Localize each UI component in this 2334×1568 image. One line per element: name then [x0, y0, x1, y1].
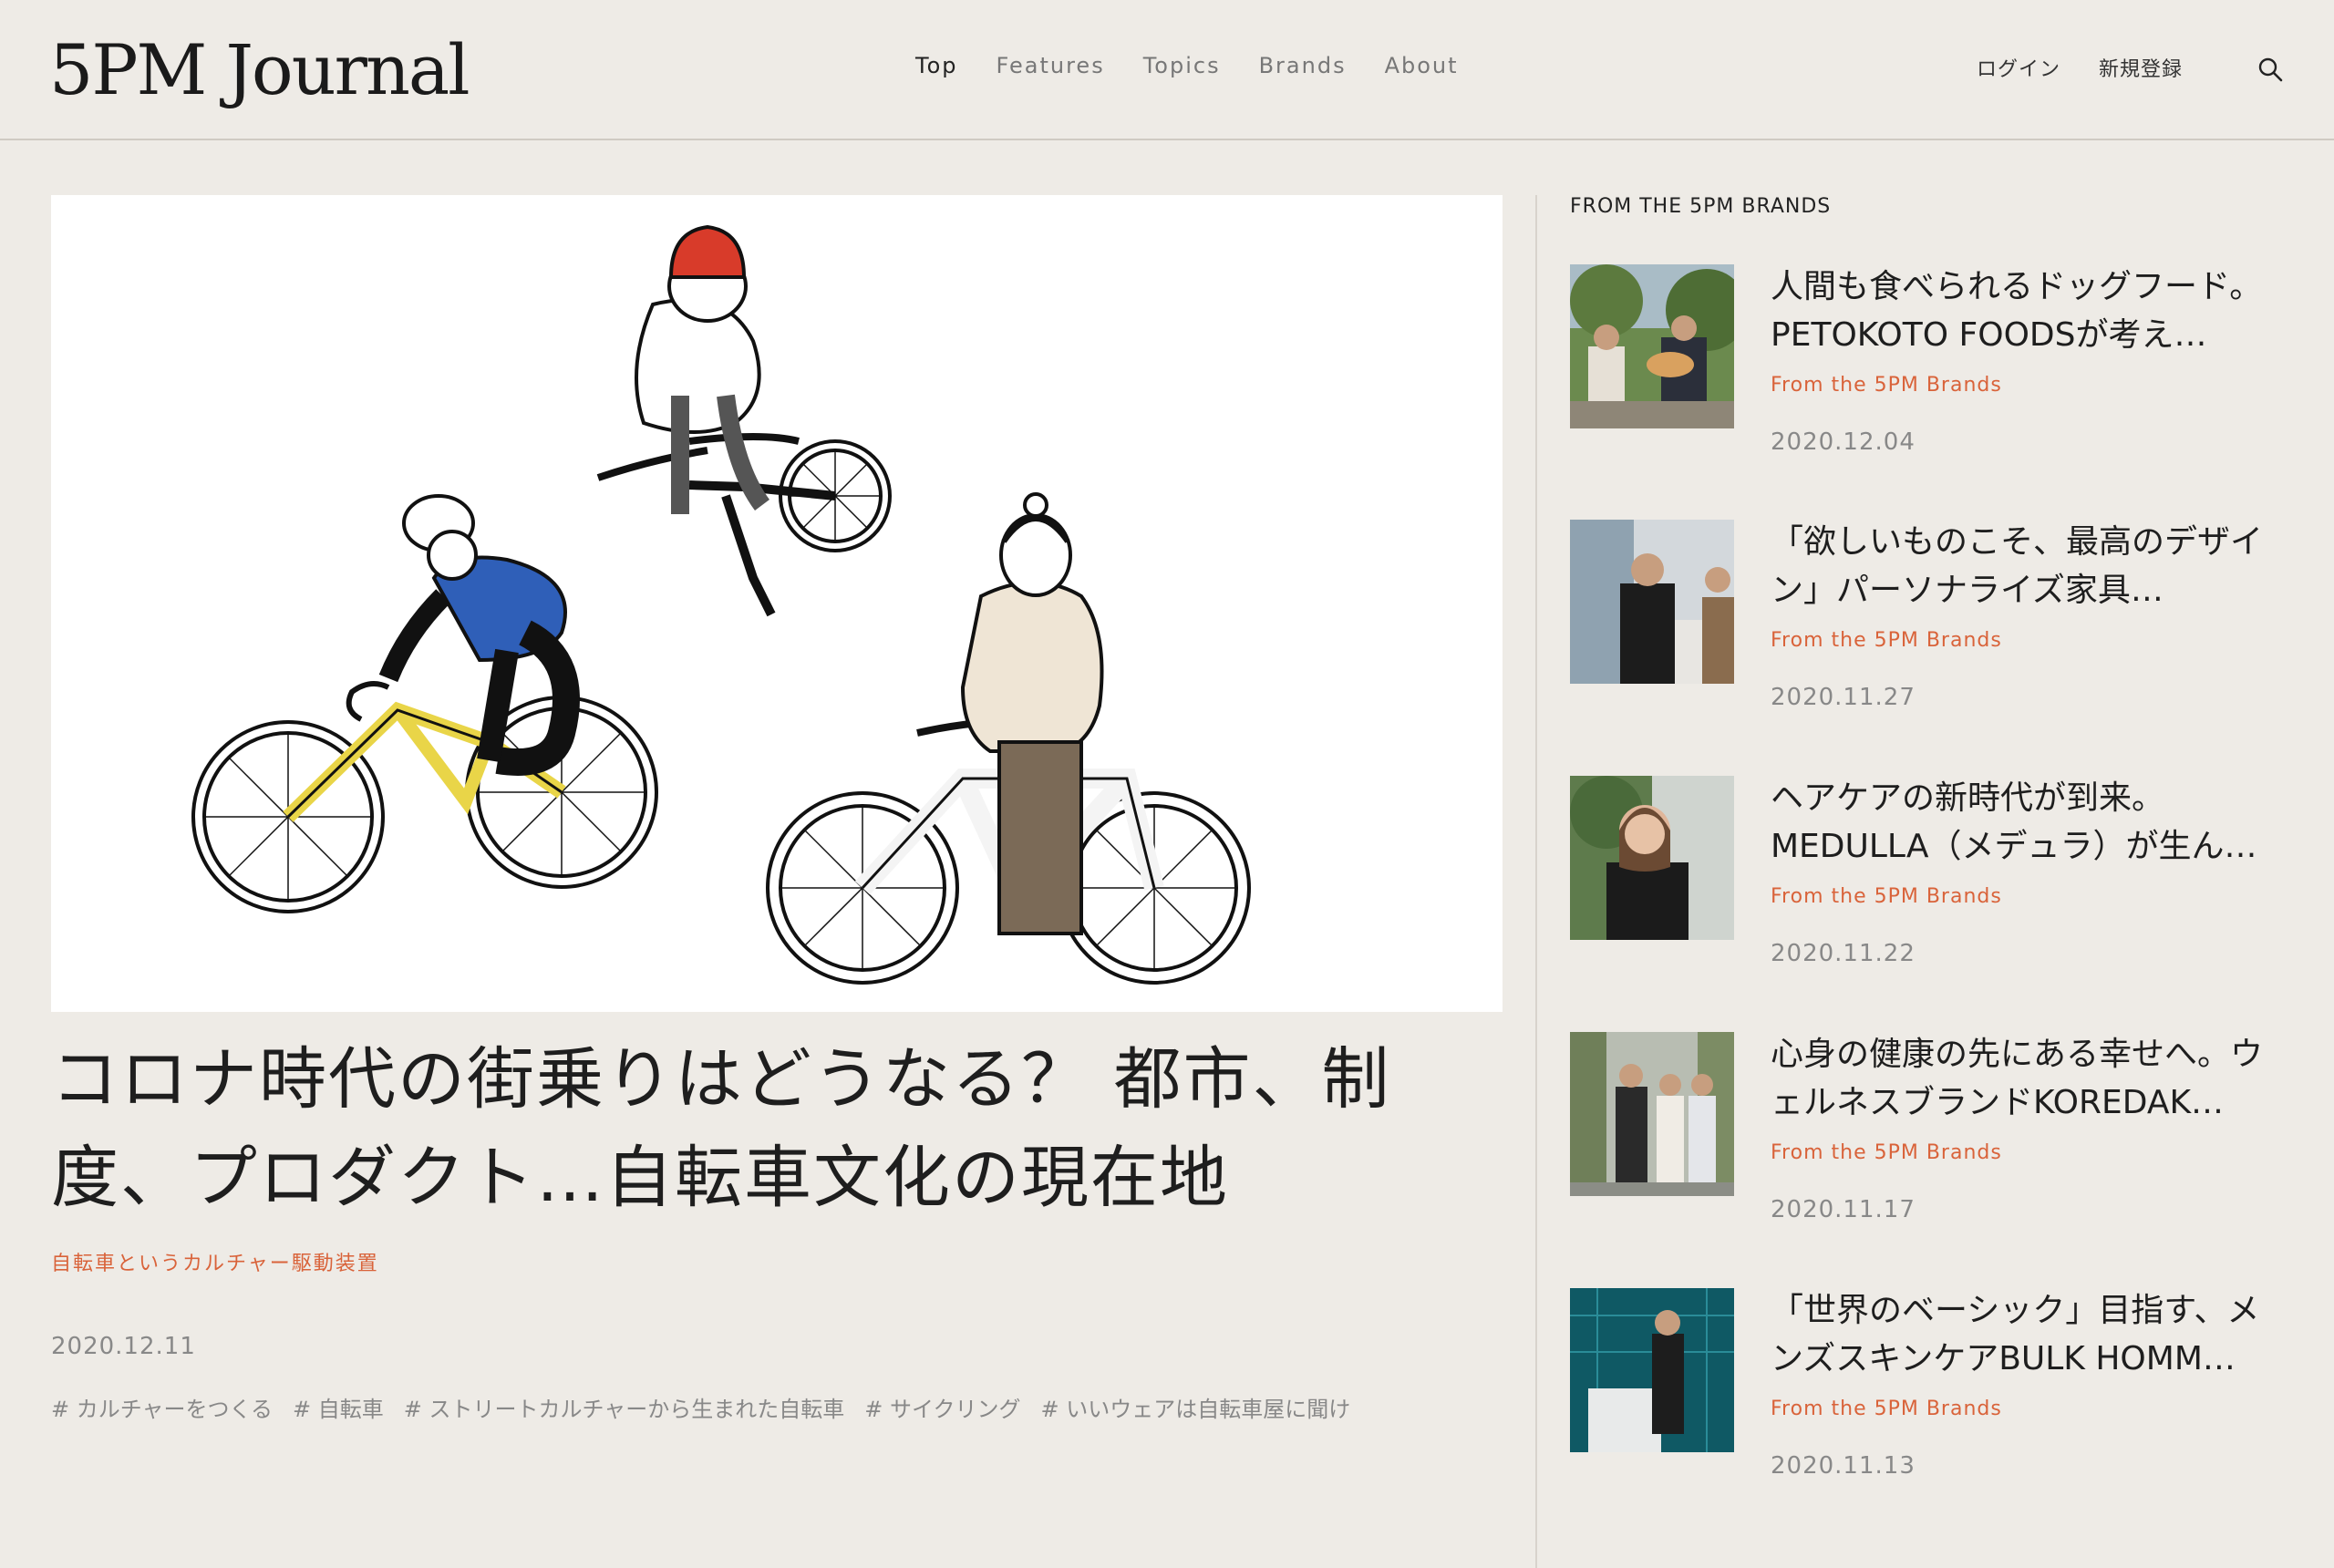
tag-link[interactable]: # カルチャーをつくる	[51, 1391, 273, 1423]
auth-links: ログイン 新規登録	[1977, 53, 2183, 82]
brand-article-title: 心身の健康の先にある幸せへ。ウェルネスブランドKOREDAK…	[1771, 1036, 2264, 1121]
brand-article-item[interactable]: 「欲しいものこそ、最高のデザイン」パーソナライズ家具… From the 5PM…	[1570, 520, 2290, 738]
article-date: 2020.12.11	[51, 1333, 196, 1360]
brand-article-category: From the 5PM Brands	[1771, 1141, 2002, 1164]
column-divider	[1535, 195, 1537, 1568]
nav-brands[interactable]: Brands	[1259, 53, 1347, 78]
hero-image[interactable]	[51, 195, 1503, 1012]
article-thumbnail	[1570, 1288, 1734, 1452]
article-thumbnail	[1570, 520, 1734, 684]
main-nav: Top Features Topics Brands About	[915, 53, 1459, 78]
brand-article-category: From the 5PM Brands	[1771, 885, 2002, 908]
brand-article-item[interactable]: 心身の健康の先にある幸せへ。ウェルネスブランドKOREDAK… From the…	[1570, 1032, 2290, 1251]
nav-about[interactable]: About	[1385, 53, 1459, 78]
standing-woman-figure	[766, 492, 1251, 985]
nav-topics[interactable]: Topics	[1143, 53, 1221, 78]
brand-article-title: 人間も食べられるドッグフード。PETOKOTO FOODSが考え…	[1771, 268, 2263, 354]
brand-article-category: From the 5PM Brands	[1771, 629, 2002, 652]
brand-article-date: 2020.11.17	[1771, 1196, 1916, 1223]
article-thumbnail	[1570, 1032, 1734, 1196]
article-tags: # カルチャーをつくる # 自転車 # ストリートカルチャーから生まれた自転車 …	[51, 1391, 1350, 1423]
brand-article-category: From the 5PM Brands	[1771, 374, 2002, 397]
brand-article-date: 2020.11.27	[1771, 684, 1916, 711]
brand-article-title: 「欲しいものこそ、最高のデザイン」パーソナライズ家具…	[1771, 523, 2264, 609]
tag-link[interactable]: # サイクリング	[864, 1391, 1020, 1423]
tag-link[interactable]: # 自転車	[293, 1391, 384, 1423]
brand-article-item[interactable]: 人間も食べられるドッグフード。PETOKOTO FOODSが考え… From t…	[1570, 264, 2290, 483]
bmx-rider-figure	[596, 224, 892, 617]
road-cyclist-figure	[191, 494, 658, 913]
site-header: 5PM Journal Top Features Topics Brands A…	[0, 0, 2334, 140]
search-icon[interactable]	[2257, 57, 2283, 82]
bicycle-illustration	[191, 224, 1251, 985]
tag-link[interactable]: # いいウェアは自転車屋に聞け	[1041, 1391, 1351, 1423]
article-title[interactable]: コロナ時代の街乗りはどうなる？ 都市、制度、プロダクト…自転車文化の現在地	[51, 1030, 1473, 1227]
brand-article-title: 「世界のベーシック」目指す、メンズスキンケアBULK HOMM…	[1771, 1292, 2260, 1377]
article-thumbnail	[1570, 264, 1734, 428]
brand-article-date: 2020.11.22	[1771, 940, 1916, 967]
brand-article-date: 2020.12.04	[1771, 428, 1916, 456]
tag-link[interactable]: # ストリートカルチャーから生まれた自転車	[404, 1391, 845, 1423]
nav-features[interactable]: Features	[997, 53, 1105, 78]
nav-top[interactable]: Top	[915, 53, 958, 78]
article-series-link[interactable]: 自転車というカルチャー駆動装置	[51, 1247, 379, 1276]
signup-link[interactable]: 新規登録	[2099, 53, 2183, 82]
brand-article-category: From the 5PM Brands	[1771, 1398, 2002, 1420]
brand-article-title: ヘアケアの新時代が到来。MEDULLA（メデュラ）が生ん…	[1771, 779, 2257, 865]
site-logo[interactable]: 5PM Journal	[49, 29, 470, 111]
login-link[interactable]: ログイン	[1977, 53, 2060, 82]
brand-article-date: 2020.11.13	[1771, 1452, 1916, 1480]
brand-article-item[interactable]: ヘアケアの新時代が到来。MEDULLA（メデュラ）が生ん… From the 5…	[1570, 776, 2290, 995]
article-thumbnail	[1570, 776, 1734, 940]
sidebar-heading: FROM THE 5PM BRANDS	[1570, 195, 1832, 218]
brand-article-item[interactable]: 「世界のベーシック」目指す、メンズスキンケアBULK HOMM… From th…	[1570, 1288, 2290, 1507]
